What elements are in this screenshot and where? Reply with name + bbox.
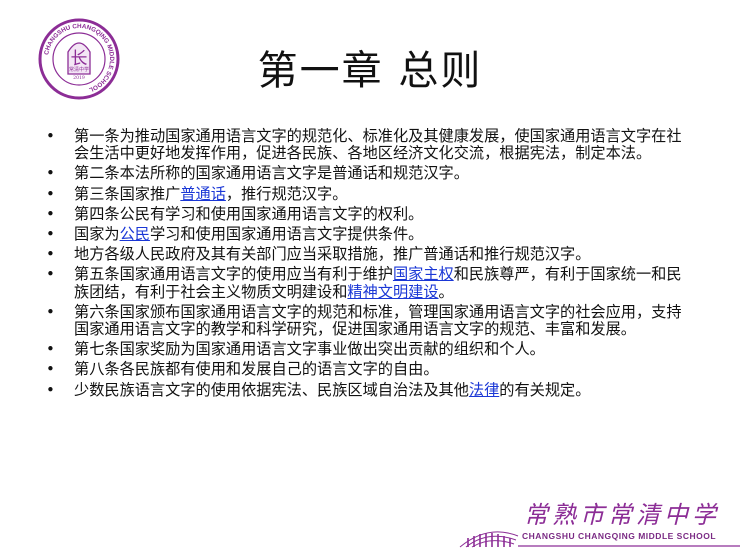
article-text: ，推行规范汉字。 [225, 184, 348, 203]
article-text: 第五条国家通用语言文字的使用应当有利于维护 [74, 265, 393, 284]
articles-list: 第一条为推动国家通用语言文字的规范化、标准化及其健康发展，使国家通用语言文字在社… [46, 127, 694, 402]
article-link[interactable]: 普通话 [180, 185, 226, 203]
article-item: 少数民族语言文字的使用依据宪法、民族区域自治法及其他法律的有关规定。 [46, 380, 694, 399]
article-text: 第三条国家推广 [74, 184, 181, 203]
footer-school-name-cn: 常熟市常清中学 [524, 501, 720, 529]
article-link[interactable]: 公民 [120, 225, 150, 243]
article-text: 少数民族语言文字的使用依据宪法、民族区域自治法及其他 [74, 380, 469, 399]
article-item: 第七条国家奖励为国家通用语言文字事业做出突出贡献的组织和个人。 [46, 340, 694, 359]
article-item: 第二条本法所称的国家通用语言文字是普通话和规范汉字。 [46, 164, 694, 183]
article-text: 的有关规定。 [499, 380, 591, 399]
article-item: 第三条国家推广普通话，推行规范汉字。 [46, 184, 694, 203]
article-text: 第八条各民族都有使用和发展自己的语言文字的自由。 [74, 360, 439, 379]
footer-school-name-en: CHANGSHU CHANGQING MIDDLE SCHOOL [522, 531, 717, 541]
article-item: 第八条各民族都有使用和发展自己的语言文字的自由。 [46, 360, 694, 379]
article-text: 第二条本法所称的国家通用语言文字是普通话和规范汉字。 [74, 164, 469, 183]
article-link[interactable]: 法律 [469, 381, 499, 399]
article-text: 地方各级人民政府及其有关部门应当采取措施，推广普通话和推行规范汉字。 [74, 245, 591, 264]
article-text: 国家为 [74, 225, 120, 244]
article-item: 第五条国家通用语言文字的使用应当有利于维护国家主权和民族尊严，有利于国家统一和民… [46, 265, 694, 301]
article-item: 第一条为推动国家通用语言文字的规范化、标准化及其健康发展，使国家通用语言文字在社… [46, 127, 694, 163]
article-item: 第六条国家颁布国家通用语言文字的规范和标准，管理国家通用语言文字的社会应用，支持… [46, 302, 694, 339]
article-link[interactable]: 精神文明建设 [347, 283, 438, 301]
page-title: 第一章 总则 [257, 48, 483, 94]
article-text: 学习和使用国家通用语言文字提供条件。 [149, 225, 424, 244]
article-text: 第六条国家颁布国家通用语言文字的规范和标准，管理国家通用语言文字的社会应用，支持… [74, 302, 682, 339]
article-item: 地方各级人民政府及其有关部门应当采取措施，推广普通话和推行规范汉字。 [46, 245, 694, 264]
article-item: 第四条公民有学习和使用国家通用语言文字的权利。 [46, 204, 694, 223]
article-text: 第四条公民有学习和使用国家通用语言文字的权利。 [74, 204, 424, 223]
article-text: 。 [438, 282, 454, 301]
article-link[interactable]: 国家主权 [393, 265, 454, 283]
article-text: 第一条为推动国家通用语言文字的规范化、标准化及其健康发展，使国家通用语言文字在社… [74, 127, 682, 163]
article-text: 第七条国家奖励为国家通用语言文字事业做出突出贡献的组织和个人。 [74, 340, 545, 359]
article-item: 国家为公民学习和使用国家通用语言文字提供条件。 [46, 225, 694, 244]
